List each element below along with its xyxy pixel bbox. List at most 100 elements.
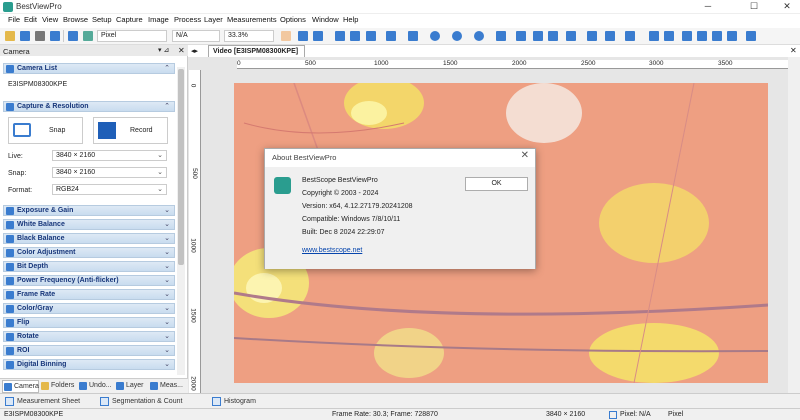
unit-select[interactable]: Pixel xyxy=(97,30,167,42)
menu-image[interactable]: Image xyxy=(148,15,169,24)
select-arrow-icon[interactable] xyxy=(298,31,308,41)
menu-process[interactable]: Process xyxy=(174,15,201,24)
distribute-icon[interactable] xyxy=(697,31,707,41)
angle-icon[interactable] xyxy=(313,31,323,41)
ok-button[interactable]: OK xyxy=(465,177,528,191)
layout-icon[interactable] xyxy=(712,31,722,41)
section-black-balance[interactable]: Black Balance ⌄ xyxy=(3,233,175,244)
menu-options[interactable]: Options xyxy=(280,15,306,24)
section-color-gray[interactable]: Color/Gray ⌄ xyxy=(3,303,175,314)
minimize-button[interactable]: ─ xyxy=(695,0,721,14)
tab-layer[interactable]: Layer xyxy=(115,380,148,393)
document-tab[interactable]: Video [E3ISPM08300KPE] xyxy=(208,45,305,57)
snap-button[interactable]: Snap xyxy=(8,117,83,144)
ellipse-icon[interactable] xyxy=(430,31,440,41)
tab-undo[interactable]: Undo... xyxy=(78,380,114,393)
arc-icon[interactable] xyxy=(496,31,506,41)
live-resolution-select[interactable]: 3840 × 2160 ⌄ xyxy=(52,150,167,161)
section-flip[interactable]: Flip ⌄ xyxy=(3,317,175,328)
circle-icon[interactable] xyxy=(452,31,462,41)
chevron-down-icon: ⌄ xyxy=(157,186,163,193)
maximize-button[interactable]: ☐ xyxy=(741,0,767,14)
section-digital-binning[interactable]: Digital Binning ⌄ xyxy=(3,359,175,370)
ruler-tick-label: 3500 xyxy=(718,60,733,67)
section-frame-rate[interactable]: Frame Rate ⌄ xyxy=(3,289,175,300)
menu-setup[interactable]: Setup xyxy=(92,15,112,24)
curve-icon[interactable] xyxy=(516,31,526,41)
record-button[interactable]: Record xyxy=(93,117,168,144)
menu-measurements[interactable]: Measurements xyxy=(227,15,277,24)
section-power-frequency[interactable]: Power Frequency (Anti-flicker) ⌄ xyxy=(3,275,175,286)
section-roi[interactable]: ROI ⌄ xyxy=(3,345,175,356)
menu-help[interactable]: Help xyxy=(343,15,358,24)
text-icon[interactable] xyxy=(533,31,543,41)
section-capture-resolution[interactable]: Capture & Resolution ⌃ xyxy=(3,101,175,112)
section-label: Power Frequency (Anti-flicker) xyxy=(17,277,119,284)
grid-icon[interactable] xyxy=(83,31,93,41)
open-folder-icon[interactable] xyxy=(5,31,15,41)
ruler-tick-label: 1500 xyxy=(443,60,458,67)
parallel-icon[interactable] xyxy=(350,31,360,41)
tab-histogram[interactable]: Histogram xyxy=(210,395,275,408)
section-color-adjustment[interactable]: Color Adjustment ⌄ xyxy=(3,247,175,258)
toolbar-separator xyxy=(63,30,64,42)
section-bit-depth[interactable]: Bit Depth ⌄ xyxy=(3,261,175,272)
menu-edit[interactable]: Edit xyxy=(24,15,37,24)
camera-list-item[interactable]: E3ISPM08300KPE xyxy=(8,81,67,88)
polygon-icon[interactable] xyxy=(548,31,558,41)
panel-pin-icon[interactable]: ▾ ⊿ xyxy=(158,46,169,54)
tab-folders[interactable]: Folders xyxy=(40,380,78,393)
arrow-icon[interactable] xyxy=(587,31,597,41)
camera-icon[interactable] xyxy=(50,31,60,41)
align-top-icon[interactable] xyxy=(664,31,674,41)
color-gray-icon xyxy=(6,305,14,313)
panel-close-icon[interactable]: ✕ xyxy=(178,46,185,55)
menu-browse[interactable]: Browse xyxy=(63,15,88,24)
tab-scroll-icon[interactable]: ◂▸ xyxy=(191,47,198,55)
scale-icon[interactable] xyxy=(727,31,737,41)
align-center-icon[interactable] xyxy=(682,31,692,41)
tab-segmentation-count[interactable]: Segmentation & Count xyxy=(98,395,198,408)
menu-capture[interactable]: Capture xyxy=(116,15,143,24)
magnification-select[interactable]: N/A xyxy=(172,30,220,42)
menu-layer[interactable]: Layer xyxy=(204,15,223,24)
zoom-select[interactable]: 33.3% xyxy=(224,30,274,42)
collapse-icon: ⌃ xyxy=(164,65,170,72)
website-link[interactable]: www.bestscope.net xyxy=(302,247,362,254)
ruler-icon[interactable] xyxy=(366,31,376,41)
dialog-title: About BestViewPro xyxy=(272,153,337,162)
menu-view[interactable]: View xyxy=(42,15,58,24)
line-icon[interactable] xyxy=(335,31,345,41)
export-icon[interactable] xyxy=(746,31,756,41)
section-exposure-gain[interactable]: Exposure & Gain ⌄ xyxy=(3,205,175,216)
tab-measurement-sheet[interactable]: Measurement Sheet xyxy=(3,395,93,408)
format-select[interactable]: RGB24 ⌄ xyxy=(52,184,167,195)
dialog-close-icon[interactable]: ✕ xyxy=(521,150,529,161)
close-window-button[interactable]: ✕ xyxy=(774,0,800,14)
document-close-icon[interactable]: ✕ xyxy=(790,46,797,55)
spline-icon[interactable] xyxy=(566,31,576,41)
view-scrollbar[interactable] xyxy=(788,57,800,393)
rectangle-icon[interactable] xyxy=(408,31,418,41)
tab-camera[interactable]: Camera xyxy=(2,380,39,393)
panel-scrollbar[interactable] xyxy=(177,67,185,375)
arrow-diagonal-icon[interactable] xyxy=(605,31,615,41)
measure-icon[interactable] xyxy=(625,31,635,41)
save-icon[interactable] xyxy=(20,31,30,41)
format-label: Format: xyxy=(8,187,33,194)
menu-file[interactable]: File xyxy=(8,15,20,24)
section-rotate[interactable]: Rotate ⌄ xyxy=(3,331,175,342)
print-icon[interactable] xyxy=(35,31,45,41)
polyline-icon[interactable] xyxy=(386,31,396,41)
align-bottom-icon[interactable] xyxy=(649,31,659,41)
section-camera-list[interactable]: Camera List ⌃ xyxy=(3,63,175,74)
rotate-icon xyxy=(6,333,14,341)
panel-scroll-thumb[interactable] xyxy=(178,69,184,265)
snap-resolution-select[interactable]: 3840 × 2160 ⌄ xyxy=(52,167,167,178)
tab-measurements[interactable]: Meas... xyxy=(149,380,187,393)
browse-icon[interactable] xyxy=(68,31,78,41)
pan-hand-icon[interactable] xyxy=(281,31,291,41)
concentric-icon[interactable] xyxy=(474,31,484,41)
section-white-balance[interactable]: White Balance ⌄ xyxy=(3,219,175,230)
menu-window[interactable]: Window xyxy=(312,15,339,24)
